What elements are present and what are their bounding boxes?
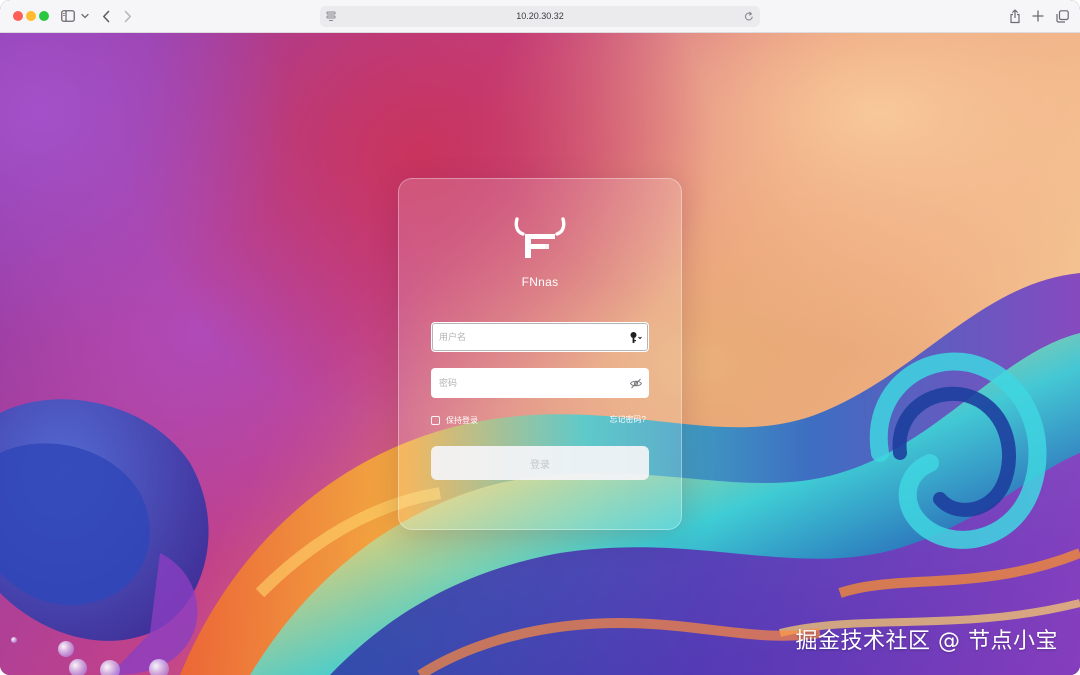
plus-icon[interactable] bbox=[1031, 7, 1045, 25]
tabs-overview-icon[interactable] bbox=[1054, 7, 1070, 25]
browser-toolbar: 10.20.30.32 bbox=[0, 0, 1080, 33]
login-page-background: FNnas 保持登录 bbox=[0, 33, 1080, 675]
zoom-window-button[interactable] bbox=[39, 11, 49, 21]
watermark-text: 掘金技术社区 @ 节点小宝 bbox=[795, 629, 1058, 654]
address-text: 10.20.30.32 bbox=[516, 11, 564, 21]
chevron-down-icon[interactable] bbox=[80, 7, 90, 25]
browser-window: 10.20.30.32 FNnas 用户名 保持登录 忘记密码? 登录 掘金技术… bbox=[0, 0, 1080, 675]
share-icon[interactable] bbox=[1007, 7, 1023, 25]
forgot-password-link[interactable]: 忘记密码? bbox=[610, 414, 646, 426]
password-field[interactable] bbox=[431, 368, 649, 398]
back-icon[interactable] bbox=[99, 7, 113, 25]
password-input[interactable] bbox=[432, 369, 648, 397]
close-window-button[interactable] bbox=[13, 11, 23, 21]
forward-icon[interactable] bbox=[121, 7, 135, 25]
remember-me[interactable]: 保持登录 bbox=[431, 414, 478, 426]
fnnas-bull-logo bbox=[514, 217, 566, 258]
reload-icon[interactable] bbox=[744, 11, 754, 22]
key-icon[interactable] bbox=[629, 331, 643, 344]
remember-me-label: 保持登录 bbox=[446, 415, 478, 425]
login-button[interactable]: 登录 bbox=[431, 446, 649, 480]
username-field[interactable] bbox=[431, 322, 649, 352]
minimize-window-button[interactable] bbox=[26, 11, 36, 21]
address-bar[interactable]: 10.20.30.32 bbox=[320, 6, 760, 27]
brand-name: FNnas bbox=[521, 275, 559, 289]
login-card: FNnas 保持登录 bbox=[398, 178, 682, 530]
sidebar-icon[interactable] bbox=[60, 7, 76, 25]
eye-off-icon[interactable] bbox=[629, 377, 643, 390]
remember-me-checkbox[interactable] bbox=[431, 415, 440, 425]
username-input[interactable] bbox=[432, 323, 648, 351]
